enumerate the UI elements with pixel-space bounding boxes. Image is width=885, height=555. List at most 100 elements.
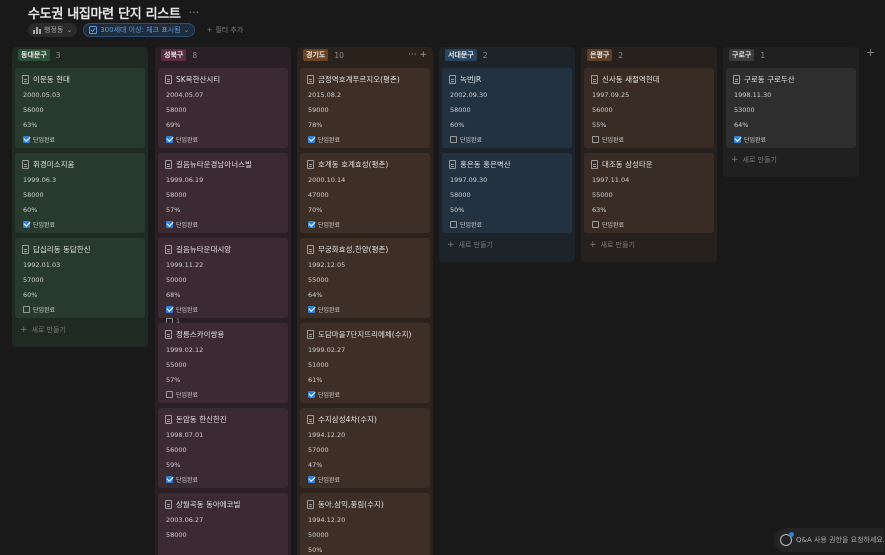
board-card[interactable]: 정릉스카이쌍용 1999.02.12 55000 57% 단임완료 xyxy=(158,323,288,403)
board-card[interactable]: 구로동 구로두산 1998.11.30 53000 64% 단임완료 xyxy=(726,68,856,148)
card-ratio: 61% xyxy=(308,376,323,384)
done-checkbox[interactable] xyxy=(23,220,30,228)
board-card[interactable]: 길음뉴타운대시앙 1999.11.22 50000 68% 단임완료 1 xyxy=(158,238,288,325)
card-title: 답십리동 동답한신 xyxy=(33,245,91,254)
board-card[interactable]: 돈암동 한신한진 1998.07.01 56000 59% 단임완료 xyxy=(158,408,288,488)
card-ratio: 55% xyxy=(592,121,607,129)
done-checkbox[interactable] xyxy=(734,135,741,143)
card-price: 58000 xyxy=(450,106,471,114)
new-card-button[interactable]: + 새로 만들기 xyxy=(584,236,714,254)
done-checkbox[interactable] xyxy=(308,390,315,398)
checkbox-label: 단임완료 xyxy=(744,136,767,144)
card-title: 돈암동 한신한진 xyxy=(176,415,227,424)
card-title-row: 상월곡동 동아에코빌 xyxy=(165,499,281,510)
done-checkbox[interactable] xyxy=(308,475,315,483)
board-card[interactable]: 수지삼성4차(수지) 1994.12.20 57000 47% 단임완료 xyxy=(300,408,430,488)
column-actions[interactable]: ··· + xyxy=(408,50,427,60)
plus-icon: + xyxy=(447,240,455,250)
column-tag[interactable]: 구로구 xyxy=(729,49,755,61)
board-card[interactable]: 휘경미소지움 1999.06.3 58000 60% 단임완료 xyxy=(15,153,145,233)
card-ratio: 64% xyxy=(308,291,323,299)
column-tag[interactable]: 은평구 xyxy=(587,49,613,61)
page-icon xyxy=(307,160,314,169)
done-checkbox[interactable] xyxy=(166,305,173,313)
column-count: 2 xyxy=(618,50,624,60)
column-tag[interactable]: 경기도 xyxy=(303,49,329,61)
board-card[interactable]: 홍은동 홍은벽산 1997.09.30 58000 50% 단임완료 xyxy=(442,153,572,233)
page-icon xyxy=(165,500,172,509)
done-checkbox[interactable] xyxy=(592,135,599,143)
new-card-button[interactable]: + 새로 만들기 xyxy=(726,151,856,169)
card-title: SK북한산시티 xyxy=(176,75,221,84)
board-card[interactable]: 무궁화효성,한양(평촌) 1992.12.05 55000 64% 단임완료 xyxy=(300,238,430,318)
add-filter-button[interactable]: + 필터 추가 xyxy=(201,23,248,37)
board-card[interactable]: 답십리동 동답한신 1992.01.03 57000 60% 단임완료 xyxy=(15,238,145,318)
card-price: 47000 xyxy=(308,191,329,199)
done-checkbox[interactable] xyxy=(450,135,457,143)
card-date: 1994.12.20 xyxy=(308,516,346,524)
done-checkbox[interactable] xyxy=(450,220,457,228)
done-checkbox[interactable] xyxy=(166,475,173,483)
page-icon xyxy=(22,75,29,84)
column-tag[interactable]: 성북구 xyxy=(161,49,187,61)
column-tag[interactable]: 서대문구 xyxy=(445,49,477,61)
card-title: 대조동 삼성타운 xyxy=(602,160,653,169)
card-price: 55000 xyxy=(308,276,329,284)
card-price: 58000 xyxy=(166,191,187,199)
card-price: 55000 xyxy=(592,191,613,199)
checkbox-label: 단임완료 xyxy=(176,221,199,229)
board-card[interactable]: 동아,삼익,풍림(수지) 1994.12.20 50000 50% xyxy=(300,493,430,555)
card-price: 56000 xyxy=(592,106,613,114)
done-checkbox[interactable] xyxy=(23,135,30,143)
filter-chip[interactable]: 300세대 이상: 체크 표시됨 ⌄ xyxy=(83,23,196,37)
column-header: 성북구 8 xyxy=(158,47,288,63)
board-card[interactable]: 도담마을7단지뜨리에체(수지) 1999.02.27 51000 61% 단임완료 xyxy=(300,323,430,403)
done-checkbox[interactable] xyxy=(23,305,30,313)
card-checkbox-row: 단임완료 xyxy=(165,218,281,230)
card-checkbox-row: 단임완료 xyxy=(22,303,138,315)
done-checkbox[interactable] xyxy=(308,135,315,143)
board-column: 동대문구 3 이문동 현대 2000.05.03 56000 63% 단임완료 휘경미소지움 1… xyxy=(12,47,148,347)
page-icon xyxy=(449,160,456,169)
new-card-button[interactable]: + 새로 만들기 xyxy=(442,236,572,254)
page-icon xyxy=(733,75,740,84)
filter-label: 300세대 이상: 체크 표시됨 xyxy=(100,26,181,34)
board-card[interactable]: 상월곡동 동아에코빌 2003.06.27 58000 xyxy=(158,493,288,555)
card-date: 1997.11.04 xyxy=(592,176,630,184)
board-card[interactable]: 길음뉴타운경남아너스빌 1999.06.19 58000 57% 단임완료 xyxy=(158,153,288,233)
card-ratio: 57% xyxy=(166,376,181,384)
board-card[interactable]: 이문동 현대 2000.05.03 56000 63% 단임완료 xyxy=(15,68,145,148)
done-checkbox[interactable] xyxy=(166,220,173,228)
board-card[interactable]: 녹번JR 2002.09.30 58000 60% 단임완료 xyxy=(442,68,572,148)
done-checkbox[interactable] xyxy=(166,390,173,398)
done-checkbox[interactable] xyxy=(166,135,173,143)
board-column: 경기도 10 ··· + 금정역호계푸르지오(평촌) 2015.08.2 59000 78%… xyxy=(297,47,433,555)
card-title-row: 이문동 현대 xyxy=(22,74,138,85)
more-icon[interactable]: ··· xyxy=(189,6,200,19)
qa-request-button[interactable]: Q&A 사용 권한을 요청하세요. xyxy=(774,528,885,552)
board-card[interactable]: 대조동 삼성타운 1997.11.04 55000 63% 단임완료 xyxy=(584,153,714,233)
checkbox-label: 단임완료 xyxy=(318,221,341,229)
done-checkbox[interactable] xyxy=(308,305,315,313)
group-by-button[interactable]: 행정동 ⌄ xyxy=(28,23,78,37)
new-card-button[interactable]: + 새로 만들기 xyxy=(15,321,145,339)
board-card[interactable]: 금정역호계푸르지오(평촌) 2015.08.2 59000 78% 단임완료 xyxy=(300,68,430,148)
done-checkbox[interactable] xyxy=(592,220,599,228)
card-checkbox-row: 단임완료 xyxy=(591,133,707,145)
card-title-row: 휘경미소지움 xyxy=(22,159,138,170)
done-checkbox[interactable] xyxy=(308,220,315,228)
column-tag[interactable]: 동대문구 xyxy=(18,49,50,61)
add-group-button[interactable]: + xyxy=(866,46,875,59)
board-card[interactable]: 신사동 새절역현대 1997.09.25 56000 55% 단임완료 xyxy=(584,68,714,148)
card-checkbox-row: 단임완료 xyxy=(449,218,565,230)
board-card[interactable]: 호계동 호계효성(평촌) 2000.10.14 47000 70% 단임완료 xyxy=(300,153,430,233)
board-column: 은평구 2 신사동 새절역현대 1997.09.25 56000 55% 단임완료 대조동 삼… xyxy=(581,47,717,262)
board-card[interactable]: SK북한산시티 2004.05.07 58000 69% 단임완료 xyxy=(158,68,288,148)
card-price: 57000 xyxy=(308,446,329,454)
card-date: 1997.09.25 xyxy=(592,91,630,99)
card-checkbox-row: 단임완료 xyxy=(165,473,281,485)
card-title: 상월곡동 동아에코빌 xyxy=(176,500,241,509)
plus-icon: + xyxy=(206,26,213,34)
column-header: 은평구 2 xyxy=(584,47,714,63)
page-icon xyxy=(449,75,456,84)
